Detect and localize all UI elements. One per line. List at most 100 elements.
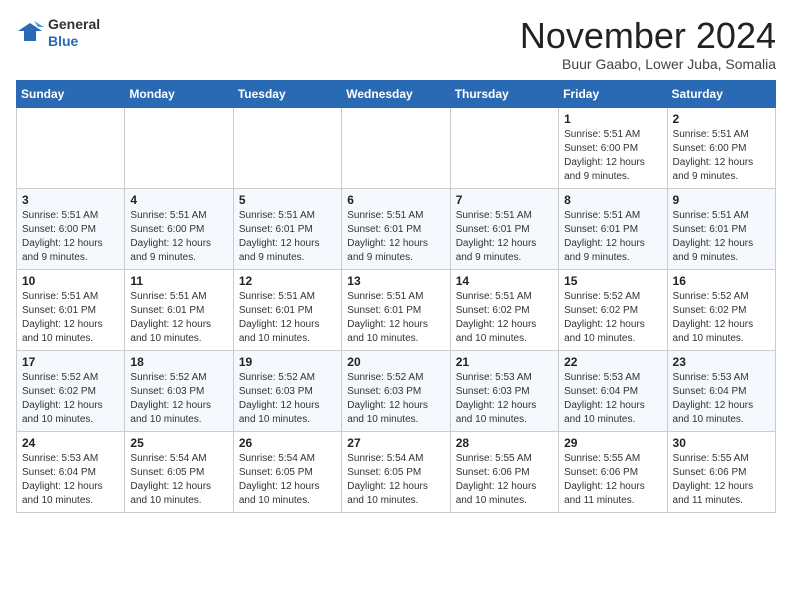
day-number: 28 <box>456 436 553 450</box>
calendar-empty-cell <box>450 107 558 188</box>
calendar-day-cell: 11 Sunrise: 5:51 AM Sunset: 6:01 PM Dayli… <box>125 269 233 350</box>
weekday-header-wednesday: Wednesday <box>342 80 450 107</box>
calendar-day-cell: 19 Sunrise: 5:52 AM Sunset: 6:03 PM Dayli… <box>233 350 341 431</box>
day-number: 25 <box>130 436 227 450</box>
calendar-week-row: 10 Sunrise: 5:51 AM Sunset: 6:01 PM Dayli… <box>17 269 776 350</box>
location: Buur Gaabo, Lower Juba, Somalia <box>520 56 776 72</box>
day-info: Sunrise: 5:54 AM Sunset: 6:05 PM Dayligh… <box>130 452 227 508</box>
weekday-header-tuesday: Tuesday <box>233 80 341 107</box>
calendar-day-cell: 21 Sunrise: 5:53 AM Sunset: 6:03 PM Dayli… <box>450 350 558 431</box>
calendar-day-cell: 23 Sunrise: 5:53 AM Sunset: 6:04 PM Dayli… <box>667 350 775 431</box>
day-number: 8 <box>564 193 661 207</box>
day-number: 15 <box>564 274 661 288</box>
month-title: November 2024 <box>520 16 776 56</box>
day-info: Sunrise: 5:51 AM Sunset: 6:01 PM Dayligh… <box>456 209 553 265</box>
day-info: Sunrise: 5:52 AM Sunset: 6:02 PM Dayligh… <box>673 290 770 346</box>
day-number: 14 <box>456 274 553 288</box>
calendar-day-cell: 27 Sunrise: 5:54 AM Sunset: 6:05 PM Dayli… <box>342 431 450 512</box>
day-info: Sunrise: 5:51 AM Sunset: 6:01 PM Dayligh… <box>22 290 119 346</box>
day-number: 12 <box>239 274 336 288</box>
day-number: 24 <box>22 436 119 450</box>
calendar-day-cell: 10 Sunrise: 5:51 AM Sunset: 6:01 PM Dayli… <box>17 269 125 350</box>
calendar-day-cell: 2 Sunrise: 5:51 AM Sunset: 6:00 PM Daylig… <box>667 107 775 188</box>
day-info: Sunrise: 5:52 AM Sunset: 6:03 PM Dayligh… <box>347 371 444 427</box>
calendar-table: SundayMondayTuesdayWednesdayThursdayFrid… <box>16 80 776 513</box>
day-number: 9 <box>673 193 770 207</box>
day-number: 13 <box>347 274 444 288</box>
calendar-empty-cell <box>17 107 125 188</box>
day-number: 1 <box>564 112 661 126</box>
day-info: Sunrise: 5:54 AM Sunset: 6:05 PM Dayligh… <box>347 452 444 508</box>
calendar-day-cell: 28 Sunrise: 5:55 AM Sunset: 6:06 PM Dayli… <box>450 431 558 512</box>
calendar-day-cell: 29 Sunrise: 5:55 AM Sunset: 6:06 PM Dayli… <box>559 431 667 512</box>
day-info: Sunrise: 5:53 AM Sunset: 6:03 PM Dayligh… <box>456 371 553 427</box>
calendar-week-row: 24 Sunrise: 5:53 AM Sunset: 6:04 PM Dayli… <box>17 431 776 512</box>
calendar-empty-cell <box>125 107 233 188</box>
page-header: General Blue November 2024 Buur Gaabo, L… <box>16 16 776 72</box>
weekday-header-sunday: Sunday <box>17 80 125 107</box>
day-info: Sunrise: 5:55 AM Sunset: 6:06 PM Dayligh… <box>456 452 553 508</box>
day-number: 4 <box>130 193 227 207</box>
calendar-day-cell: 16 Sunrise: 5:52 AM Sunset: 6:02 PM Dayli… <box>667 269 775 350</box>
day-number: 10 <box>22 274 119 288</box>
day-number: 11 <box>130 274 227 288</box>
calendar-day-cell: 17 Sunrise: 5:52 AM Sunset: 6:02 PM Dayli… <box>17 350 125 431</box>
calendar-day-cell: 26 Sunrise: 5:54 AM Sunset: 6:05 PM Dayli… <box>233 431 341 512</box>
calendar-day-cell: 1Sunrise: 5:51 AM Sunset: 6:00 PM Daylig… <box>559 107 667 188</box>
day-info: Sunrise: 5:55 AM Sunset: 6:06 PM Dayligh… <box>673 452 770 508</box>
day-info: Sunrise: 5:52 AM Sunset: 6:02 PM Dayligh… <box>564 290 661 346</box>
day-number: 2 <box>673 112 770 126</box>
calendar-day-cell: 25 Sunrise: 5:54 AM Sunset: 6:05 PM Dayli… <box>125 431 233 512</box>
day-info: Sunrise: 5:53 AM Sunset: 6:04 PM Dayligh… <box>22 452 119 508</box>
calendar-day-cell: 13Sunrise: 5:51 AM Sunset: 6:01 PM Dayli… <box>342 269 450 350</box>
logo-bird-icon <box>16 19 44 47</box>
day-info: Sunrise: 5:51 AM Sunset: 6:00 PM Dayligh… <box>130 209 227 265</box>
day-info: Sunrise: 5:54 AM Sunset: 6:05 PM Dayligh… <box>239 452 336 508</box>
day-number: 27 <box>347 436 444 450</box>
day-number: 6 <box>347 193 444 207</box>
day-info: Sunrise: 5:53 AM Sunset: 6:04 PM Dayligh… <box>673 371 770 427</box>
calendar-day-cell: 7 Sunrise: 5:51 AM Sunset: 6:01 PM Daylig… <box>450 188 558 269</box>
title-block: November 2024 Buur Gaabo, Lower Juba, So… <box>520 16 776 72</box>
weekday-header-thursday: Thursday <box>450 80 558 107</box>
day-number: 18 <box>130 355 227 369</box>
calendar-day-cell: 14Sunrise: 5:51 AM Sunset: 6:02 PM Dayli… <box>450 269 558 350</box>
calendar-day-cell: 30Sunrise: 5:55 AM Sunset: 6:06 PM Dayli… <box>667 431 775 512</box>
day-number: 26 <box>239 436 336 450</box>
day-number: 17 <box>22 355 119 369</box>
day-number: 19 <box>239 355 336 369</box>
calendar-day-cell: 9 Sunrise: 5:51 AM Sunset: 6:01 PM Daylig… <box>667 188 775 269</box>
day-number: 29 <box>564 436 661 450</box>
calendar-day-cell: 20Sunrise: 5:52 AM Sunset: 6:03 PM Dayli… <box>342 350 450 431</box>
day-number: 16 <box>673 274 770 288</box>
day-number: 22 <box>564 355 661 369</box>
calendar-day-cell: 6Sunrise: 5:51 AM Sunset: 6:01 PM Daylig… <box>342 188 450 269</box>
day-info: Sunrise: 5:51 AM Sunset: 6:01 PM Dayligh… <box>673 209 770 265</box>
day-info: Sunrise: 5:51 AM Sunset: 6:01 PM Dayligh… <box>239 209 336 265</box>
weekday-header-friday: Friday <box>559 80 667 107</box>
logo-general: General <box>48 16 100 33</box>
day-number: 21 <box>456 355 553 369</box>
day-info: Sunrise: 5:52 AM Sunset: 6:03 PM Dayligh… <box>130 371 227 427</box>
calendar-day-cell: 24 Sunrise: 5:53 AM Sunset: 6:04 PM Dayli… <box>17 431 125 512</box>
logo: General Blue <box>16 16 100 50</box>
day-number: 23 <box>673 355 770 369</box>
weekday-header-monday: Monday <box>125 80 233 107</box>
calendar-day-cell: 3Sunrise: 5:51 AM Sunset: 6:00 PM Daylig… <box>17 188 125 269</box>
logo-blue: Blue <box>48 33 100 50</box>
day-info: Sunrise: 5:51 AM Sunset: 6:01 PM Dayligh… <box>564 209 661 265</box>
calendar-day-cell: 5Sunrise: 5:51 AM Sunset: 6:01 PM Daylig… <box>233 188 341 269</box>
calendar-empty-cell <box>342 107 450 188</box>
day-info: Sunrise: 5:55 AM Sunset: 6:06 PM Dayligh… <box>564 452 661 508</box>
day-info: Sunrise: 5:51 AM Sunset: 6:00 PM Dayligh… <box>22 209 119 265</box>
day-info: Sunrise: 5:51 AM Sunset: 6:00 PM Dayligh… <box>673 128 770 184</box>
day-info: Sunrise: 5:52 AM Sunset: 6:02 PM Dayligh… <box>22 371 119 427</box>
day-number: 7 <box>456 193 553 207</box>
calendar-day-cell: 18 Sunrise: 5:52 AM Sunset: 6:03 PM Dayli… <box>125 350 233 431</box>
day-info: Sunrise: 5:52 AM Sunset: 6:03 PM Dayligh… <box>239 371 336 427</box>
day-info: Sunrise: 5:51 AM Sunset: 6:01 PM Dayligh… <box>130 290 227 346</box>
calendar-week-row: 17 Sunrise: 5:52 AM Sunset: 6:02 PM Dayli… <box>17 350 776 431</box>
calendar-day-cell: 12 Sunrise: 5:51 AM Sunset: 6:01 PM Dayli… <box>233 269 341 350</box>
calendar-week-row: 3Sunrise: 5:51 AM Sunset: 6:00 PM Daylig… <box>17 188 776 269</box>
day-info: Sunrise: 5:51 AM Sunset: 6:01 PM Dayligh… <box>239 290 336 346</box>
